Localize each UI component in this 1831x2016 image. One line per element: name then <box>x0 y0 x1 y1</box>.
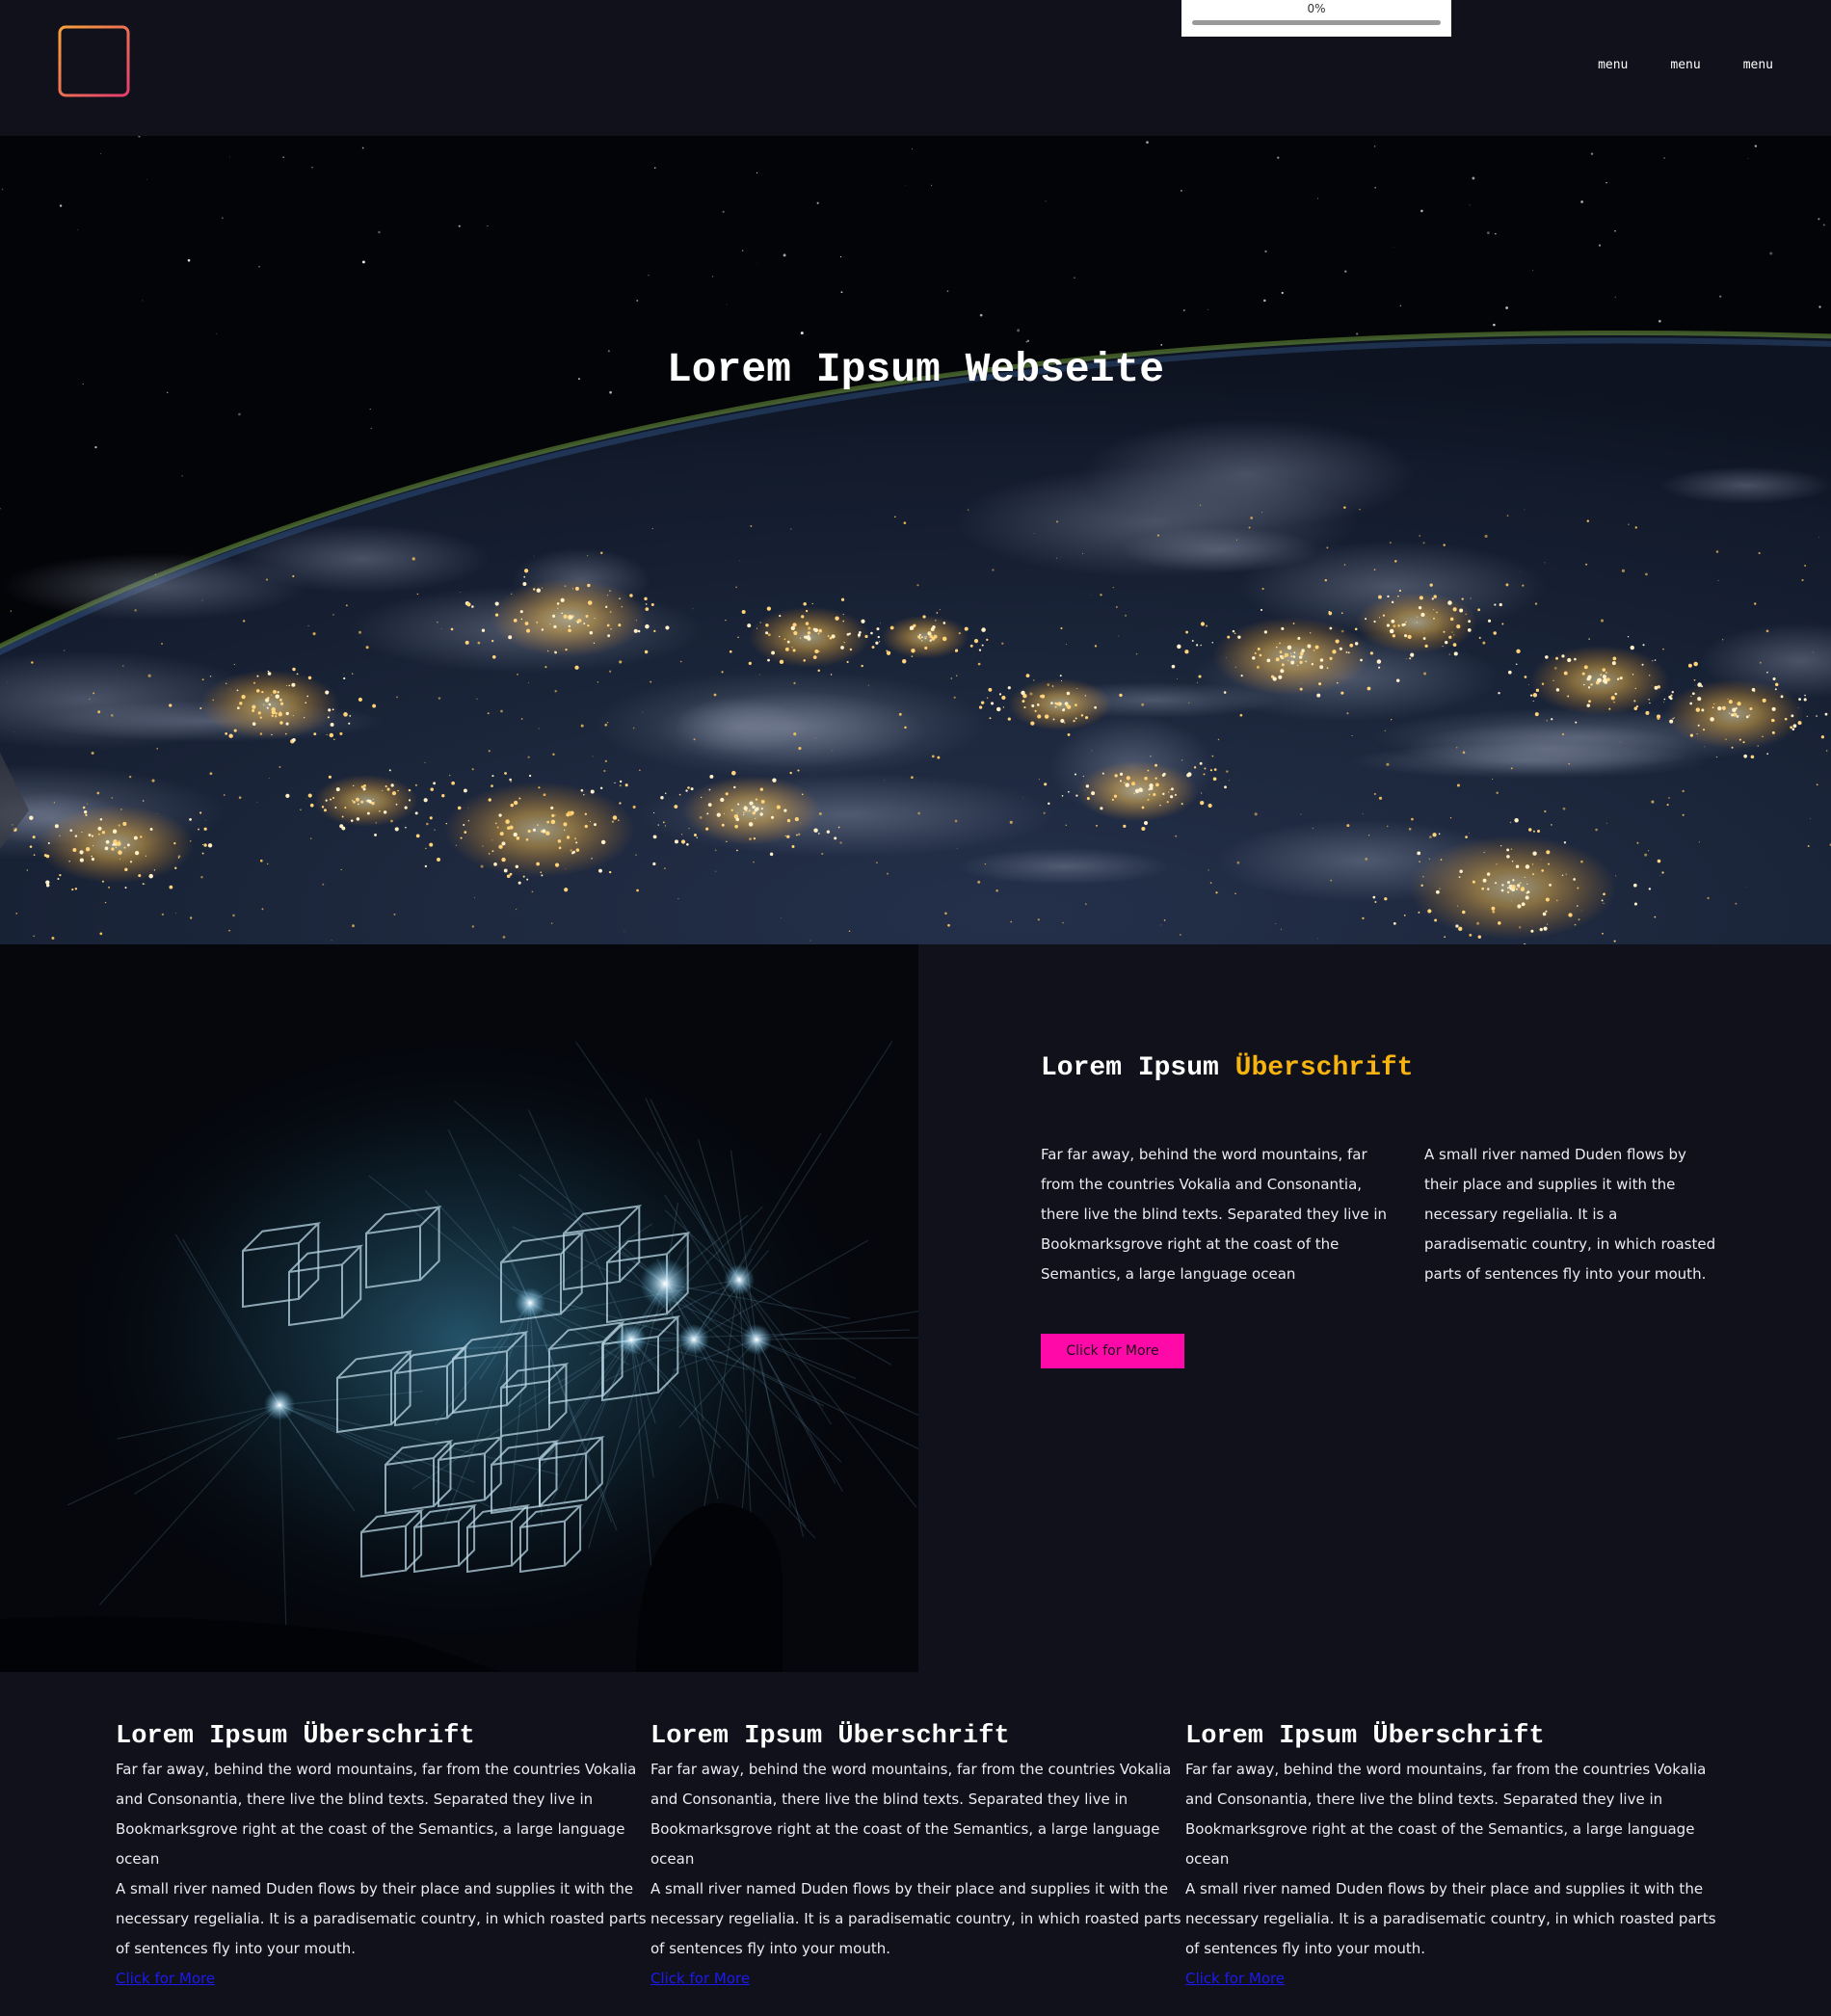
hero-title: Lorem Ipsum Webseite <box>666 346 1165 393</box>
card-text: A small river named Duden flows by their… <box>116 1880 647 1957</box>
hero-section: Lorem Ipsum Webseite <box>0 136 1831 944</box>
card: Lorem Ipsum Überschrift Far far away, be… <box>116 1722 650 1994</box>
card-title: Lorem Ipsum Überschrift <box>116 1722 475 1751</box>
nav-item-menu-2[interactable]: menu <box>1670 58 1700 72</box>
feature-section: Lorem Ipsum Überschrift Far far away, be… <box>918 944 1831 1672</box>
cards-section: Lorem Ipsum Überschrift Far far away, be… <box>0 1672 1831 2016</box>
card-text: Far far away, behind the word mountains,… <box>1185 1761 1707 1868</box>
card-text: A small river named Duden flows by their… <box>1185 1880 1716 1957</box>
click-for-more-button[interactable]: Click for More <box>1041 1334 1184 1368</box>
card-text: A small river named Duden flows by their… <box>650 1880 1181 1957</box>
site-header: 0% menu menu menu <box>0 0 1831 136</box>
feature-heading-accent: Überschrift <box>1234 1053 1414 1083</box>
feature-heading: Lorem Ipsum Überschrift <box>1041 1053 1413 1083</box>
nav-item-menu-3[interactable]: menu <box>1743 58 1773 72</box>
feature-text-column-1: Far far away, behind the word mountains,… <box>1041 1146 1388 1283</box>
card-text: Far far away, behind the word mountains,… <box>116 1761 637 1868</box>
card-title: Lorem Ipsum Überschrift <box>650 1722 1010 1751</box>
main-nav: menu menu menu <box>1598 58 1773 72</box>
card: Lorem Ipsum Überschrift Far far away, be… <box>650 1722 1185 1994</box>
progress-track <box>1192 20 1441 25</box>
nav-item-menu-1[interactable]: menu <box>1598 58 1628 72</box>
feature-text-column-2: A small river named Duden flows by their… <box>1424 1146 1716 1283</box>
card-link[interactable]: Click for More <box>116 1964 215 1994</box>
progress-label: 0% <box>1307 2 1326 15</box>
card-text: Far far away, behind the word mountains,… <box>650 1761 1172 1868</box>
card: Lorem Ipsum Überschrift Far far away, be… <box>1185 1722 1720 1994</box>
card-link[interactable]: Click for More <box>650 1964 750 1994</box>
feature-heading-main: Lorem Ipsum <box>1041 1053 1235 1083</box>
grid-logo-icon[interactable] <box>57 24 131 98</box>
progress-widget: 0% <box>1181 0 1451 37</box>
concert-lights-image <box>0 944 918 1672</box>
card-link[interactable]: Click for More <box>1185 1964 1285 1994</box>
earth-night-image <box>0 136 1831 944</box>
card-title: Lorem Ipsum Überschrift <box>1185 1722 1545 1751</box>
